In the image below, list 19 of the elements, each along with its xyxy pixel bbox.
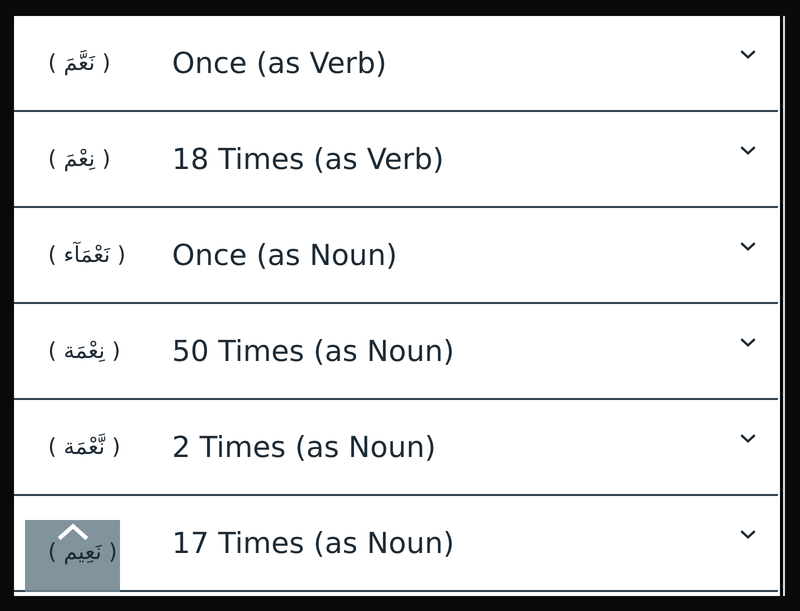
chevron-icon[interactable] (740, 338, 756, 346)
chevron-icon[interactable] (740, 530, 756, 538)
row-label: 2 Times (as Noun) (172, 430, 437, 464)
arabic-word: ( نِعْمَة ) (48, 338, 122, 364)
chevron-icon[interactable] (740, 434, 756, 442)
arabic-word: ( نَّعْمَة ) (48, 434, 122, 460)
chevron-icon[interactable] (740, 50, 756, 58)
arabic-word: ( نِعْمَ ) (48, 146, 112, 172)
row-label: 18 Times (as Verb) (172, 142, 445, 176)
row-label: 50 Times (as Noun) (172, 334, 456, 368)
row-label: 17 Times (as Noun) (172, 526, 456, 560)
chevron-icon[interactable] (740, 242, 756, 250)
row-label: Once (as Noun) (172, 238, 398, 272)
arabic-word: ( نَعْمَآء ) (48, 242, 127, 268)
chevron-icon[interactable] (740, 146, 756, 154)
arabic-word: ( نَعَّمَ ) (48, 50, 112, 76)
arabic-word: ( نَعِيم ) (48, 540, 118, 564)
row-label: Once (as Verb) (172, 46, 388, 80)
scroll-to-top-button[interactable] (25, 520, 120, 592)
